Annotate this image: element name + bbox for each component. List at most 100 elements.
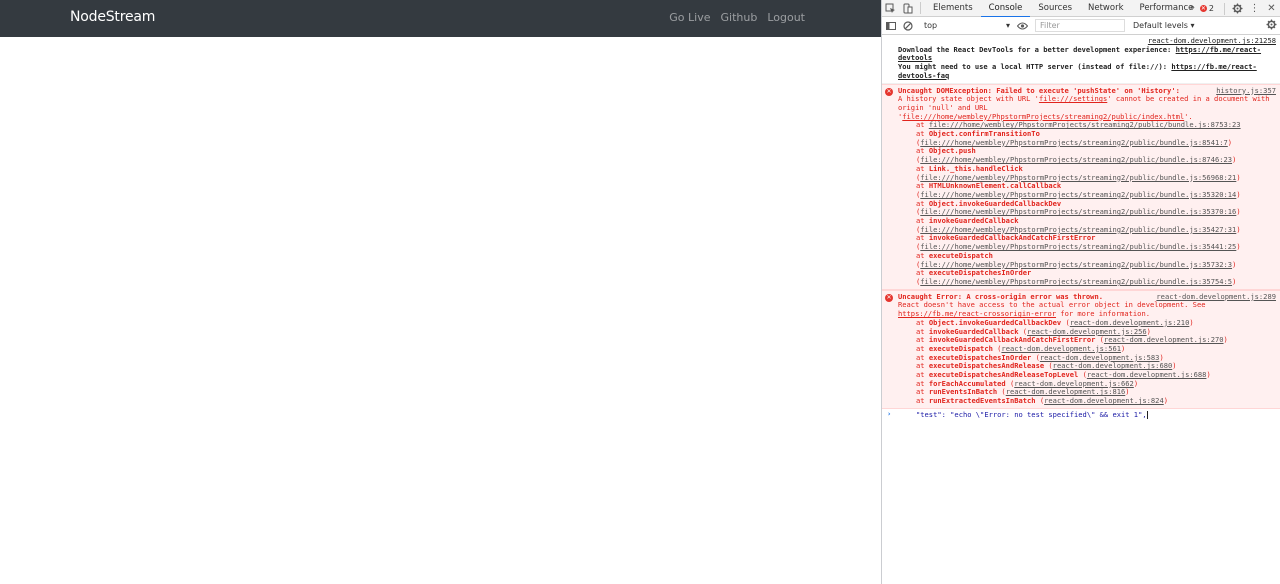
stack-frame-function: Object.push [928, 146, 976, 156]
stack-frame-location-link[interactable]: react-dom.development.js:256 [1027, 327, 1147, 336]
error-body: for more information. [1056, 309, 1150, 319]
stack-frame-location-link[interactable]: file:///home/wembley/PhpstormProjects/st… [920, 242, 1236, 251]
console-message-error: ✕ react-dom.development.js:289 Uncaught … [882, 289, 1280, 409]
more-options-icon[interactable]: ⋮ [1246, 1, 1263, 17]
stack-frame-location-link[interactable]: file:///home/wembley/PhpstormProjects/st… [920, 155, 1232, 164]
device-toolbar-icon[interactable] [899, 0, 916, 16]
stack-frame-location-link[interactable]: react-dom.development.js:662 [1014, 379, 1134, 388]
error-stack-trace: at file:///home/wembley/PhpstormProjects… [898, 120, 1276, 286]
stack-frame: at Link._this.handleClick (file:///home/… [916, 163, 1241, 182]
stack-frame-function: executeDispatch [928, 343, 993, 353]
more-tabs-button[interactable]: » [1185, 0, 1200, 17]
stack-frame-function: forEachAccumulated [928, 378, 1006, 388]
error-url-link[interactable]: file:///home/wembley/PhpstormProjects/st… [902, 112, 1184, 121]
context-select[interactable]: top ▾ [920, 19, 1014, 32]
console-input[interactable]: "test": "echo \"Error: no test specified… [898, 410, 1147, 419]
devtools-tabbar: Elements Console Sources Network Perform… [882, 0, 1280, 18]
tab-elements[interactable]: Elements [925, 0, 981, 17]
stack-frame: at runExtractedEventsInBatch (react-dom.… [916, 396, 1169, 406]
stack-frame-location-link[interactable]: react-dom.development.js:816 [1006, 387, 1126, 397]
brand-logo-text[interactable]: NodeStream [70, 9, 155, 25]
navbar: NodeStream Go Live Github Logout [0, 0, 881, 37]
stack-frame-location-link[interactable]: file:///home/wembley/PhpstormProjects/st… [920, 277, 1232, 286]
stack-frame-function: runEventsInBatch [928, 387, 998, 397]
toolbar-divider [1224, 2, 1225, 15]
live-expression-eye-icon[interactable] [1014, 18, 1031, 34]
console-message-info: react-dom.development.js:21258 Download … [882, 35, 1280, 84]
stack-frame: at invokeGuardedCallbackAndCatchFirstErr… [916, 233, 1241, 252]
stack-frame: at executeDispatch (file:///home/wembley… [916, 250, 1237, 269]
stack-frame-location-link[interactable]: react-dom.development.js:561 [1001, 344, 1121, 353]
error-icon: ✕ [1199, 5, 1207, 12]
stack-frame-location-link[interactable]: file:///home/wembley/PhpstormProjects/st… [929, 120, 1241, 129]
stack-frame: at Object.push (file:///home/wembley/Php… [916, 146, 1237, 165]
console-settings-gear-icon[interactable] [1266, 19, 1277, 33]
tab-console[interactable]: Console [980, 0, 1031, 18]
tab-sources[interactable]: Sources [1030, 0, 1080, 17]
stack-frame-function: Object.invokeGuardedCallbackDev [928, 317, 1062, 327]
console-filter-input[interactable]: Filter [1035, 19, 1125, 32]
nav-github-link[interactable]: Github [721, 11, 758, 24]
error-icon: ✕ [885, 293, 893, 302]
toolbar-divider [920, 2, 921, 14]
context-select-value: top [924, 21, 938, 30]
stack-frame-function: Object.confirmTransitionTo [928, 129, 1040, 139]
stack-frame-location-link[interactable]: file:///home/wembley/PhpstormProjects/st… [920, 225, 1236, 234]
nav-logout-link[interactable]: Logout [767, 11, 805, 24]
settings-gear-icon[interactable] [1229, 1, 1246, 17]
message-text: You might need to use a local HTTP serve… [898, 62, 1172, 72]
chevron-down-icon: ▾ [1005, 21, 1010, 30]
error-body: React doesn't have access to the actual … [898, 300, 1206, 310]
stack-frame-function: executeDispatchesAndRelease [928, 361, 1045, 371]
error-help-link[interactable]: https://fb.me/react-crossorigin-error [898, 309, 1056, 318]
inspect-element-icon[interactable] [882, 0, 899, 16]
stack-frame-function: executeDispatchesInOrder [928, 352, 1032, 362]
stack-frame-function: HTMLUnknownElement.callCallback [928, 181, 1062, 191]
log-levels-dropdown[interactable]: Default levels ▾ [1133, 21, 1195, 30]
sidebar-toggle-icon[interactable] [882, 18, 899, 34]
error-count: 2 [1208, 4, 1214, 13]
stack-frame-location-link[interactable]: react-dom.development.js:210 [1070, 318, 1190, 327]
stack-frame-location-link[interactable]: file:///home/wembley/PhpstormProjects/st… [920, 207, 1236, 217]
console-message-error: ✕ history.js:357 Uncaught DOMException: … [882, 83, 1280, 290]
stack-frame-location-link[interactable]: react-dom.development.js:583 [1040, 353, 1160, 362]
stack-frame-function: Link._this.handleClick [928, 163, 1023, 173]
stack-frame-location-link[interactable]: file:///home/wembley/PhpstormProjects/st… [920, 138, 1228, 147]
tab-network[interactable]: Network [1080, 0, 1132, 17]
console-prompt[interactable]: › "test": "echo \"Error: no test specifi… [882, 409, 1280, 422]
stack-frame: at invokeGuardedCallback (file:///home/w… [916, 216, 1241, 234]
stack-frame-function: runExtractedEventsInBatch [928, 396, 1036, 406]
prompt-caret-icon: › [887, 408, 892, 418]
nav-go-live-link[interactable]: Go Live [669, 11, 710, 24]
stack-frame-function: invokeGuardedCallback [928, 326, 1019, 336]
stack-frame-location-link[interactable]: file:///home/wembley/PhpstormProjects/st… [920, 190, 1236, 199]
error-heading: Uncaught DOMException: Failed to execute… [898, 85, 1180, 95]
stack-frame-function: executeDispatch [928, 250, 993, 260]
stack-frame-function: invokeGuardedCallbackAndCatchFirstError [928, 335, 1096, 345]
error-url-link[interactable]: file:///settings [1039, 94, 1107, 103]
stack-frame-function: invokeGuardedCallback [928, 216, 1019, 226]
stack-frame: at Object.invokeGuardedCallbackDev (file… [916, 198, 1241, 217]
error-heading: Uncaught Error: A cross-origin error was… [898, 291, 1103, 301]
devtools-panel: Elements Console Sources Network Perform… [881, 0, 1280, 584]
text-cursor [1146, 410, 1148, 419]
error-count-badge[interactable]: ✕ 2 [1199, 4, 1214, 13]
message-text: Download the React DevTools for a better… [898, 44, 1176, 54]
nav-links: Go Live Github Logout [669, 11, 805, 24]
stack-frame-location-link[interactable]: file:///home/wembley/PhpstormProjects/st… [920, 173, 1236, 182]
error-stack-trace: at Object.invokeGuardedCallbackDev (reac… [898, 317, 1276, 406]
error-body: A history state object with URL ' [898, 94, 1039, 104]
console-output: react-dom.development.js:21258 Download … [882, 35, 1280, 422]
error-icon: ✕ [885, 87, 893, 96]
stack-frame-location-link[interactable]: react-dom.development.js:270 [1104, 335, 1224, 344]
stack-frame: at Object.confirmTransitionTo (file:///h… [916, 129, 1233, 147]
clear-console-icon[interactable] [899, 18, 916, 34]
stack-frame-location-link[interactable]: react-dom.development.js:688 [1087, 370, 1207, 379]
stack-frame-location-link[interactable]: react-dom.development.js:824 [1044, 396, 1164, 405]
stack-frame-function: invokeGuardedCallbackAndCatchFirstError [928, 233, 1096, 243]
stack-frame-location-link[interactable]: react-dom.development.js:680 [1053, 361, 1173, 370]
close-devtools-icon[interactable]: ✕ [1263, 1, 1280, 17]
stack-frame-location-link[interactable]: file:///home/wembley/PhpstormProjects/st… [920, 260, 1232, 269]
stack-frame-function: Object.invokeGuardedCallbackDev [928, 198, 1062, 208]
stack-frame: at HTMLUnknownElement.callCallback (file… [916, 181, 1241, 199]
